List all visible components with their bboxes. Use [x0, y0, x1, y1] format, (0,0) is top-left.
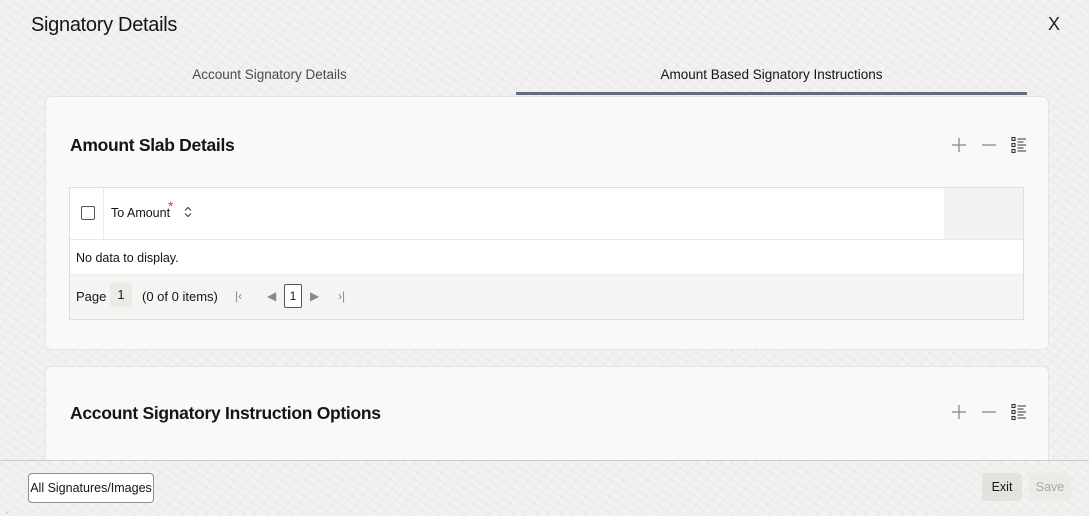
all-signatures-images-button[interactable]: All Signatures/Images: [28, 473, 154, 503]
window-title: Signatory Details: [31, 14, 178, 36]
required-indicator: *: [168, 198, 174, 214]
current-page-button[interactable]: 1: [284, 284, 302, 308]
table-header: To Amount *: [70, 188, 944, 240]
no-data-message: No data to display.: [76, 251, 179, 265]
pagination-bar: Page 1 (0 of 0 items) |‹ ◀ 1 ▶ ›|: [70, 275, 1023, 319]
save-button[interactable]: Save: [1029, 473, 1071, 501]
next-page-icon[interactable]: ▶: [310, 289, 319, 303]
table-header-filler: [944, 188, 1023, 240]
footer-bar: All Signatures/Images Exit Save: [0, 460, 1089, 516]
signatory-options-toolbar: [949, 402, 1029, 422]
amount-slab-table: To Amount * No data to display. Page 1 (…: [69, 187, 1024, 320]
single-record-view-icon[interactable]: [1009, 402, 1029, 422]
close-button[interactable]: X: [1048, 14, 1060, 35]
column-divider: [103, 188, 104, 239]
add-icon[interactable]: [949, 135, 969, 155]
tab-bar: Account Signatory Details Amount Based S…: [23, 58, 1027, 95]
item-count: (0 of 0 items): [142, 289, 218, 304]
last-page-icon[interactable]: ›|: [338, 289, 345, 303]
sort-icon[interactable]: [184, 205, 192, 223]
previous-page-icon[interactable]: ◀: [267, 289, 276, 303]
tab-account-signatory-details[interactable]: Account Signatory Details: [23, 58, 516, 92]
tab-amount-based-signatory-instructions[interactable]: Amount Based Signatory Instructions: [516, 58, 1027, 95]
add-icon[interactable]: [949, 402, 969, 422]
select-all-checkbox[interactable]: [81, 206, 95, 220]
remove-icon[interactable]: [979, 135, 999, 155]
first-page-icon[interactable]: |‹: [235, 289, 242, 303]
amount-slab-toolbar: [949, 135, 1029, 155]
empty-row: No data to display.: [70, 239, 1023, 275]
remove-icon[interactable]: [979, 402, 999, 422]
amount-slab-title: Amount Slab Details: [70, 135, 235, 155]
page-label: Page: [76, 289, 107, 304]
column-header-to-amount[interactable]: To Amount: [111, 206, 170, 220]
corner-mark: ‚: [6, 506, 8, 515]
signatory-options-title: Account Signatory Instruction Options: [70, 403, 381, 423]
exit-button[interactable]: Exit: [982, 473, 1022, 501]
single-record-view-icon[interactable]: [1009, 135, 1029, 155]
page-input[interactable]: 1: [110, 283, 132, 307]
